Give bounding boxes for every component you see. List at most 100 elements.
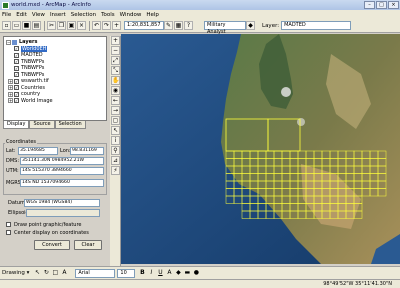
rectangle-icon[interactable]: □: [51, 269, 59, 277]
datum-select[interactable]: WGS 1984 (WGS84): [24, 199, 100, 207]
center-display-checkbox[interactable]: [6, 230, 11, 235]
full-extent-icon[interactable]: ◉: [111, 86, 120, 95]
identify-icon[interactable]: i: [111, 136, 120, 145]
new-document-icon[interactable]: ▫: [2, 21, 11, 30]
toc-item-label: TNBWFPs: [21, 58, 45, 65]
layer-visibility-checkbox[interactable]: ✓: [14, 52, 19, 58]
layer-visibility-checkbox[interactable]: ✓: [14, 72, 19, 78]
measure-icon[interactable]: ⊿: [111, 156, 120, 165]
paste-icon[interactable]: ▣: [67, 21, 76, 30]
fixed-zoom-in-icon[interactable]: ⤢: [111, 56, 120, 65]
next-extent-icon[interactable]: →: [111, 106, 120, 115]
new-text-icon[interactable]: A: [60, 269, 68, 277]
drawing-menu[interactable]: Drawing ▾: [2, 270, 29, 276]
snowcap: [281, 87, 291, 97]
open-folder-icon[interactable]: ▭: [12, 21, 21, 30]
zoom-out-icon[interactable]: −: [111, 46, 120, 55]
tab-selection[interactable]: Selection: [54, 121, 86, 129]
help-icon[interactable]: ?: [184, 21, 193, 30]
undo-icon[interactable]: ↶: [92, 21, 101, 30]
line-color-icon[interactable]: ▬: [183, 269, 191, 277]
italic-button[interactable]: I: [147, 269, 155, 277]
layer-visibility-checkbox[interactable]: ✓: [14, 91, 19, 97]
font-select[interactable]: Arial: [75, 268, 116, 278]
fixed-zoom-out-icon[interactable]: ⤡: [111, 66, 120, 75]
redo-icon[interactable]: ↷: [102, 21, 111, 30]
underline-button[interactable]: U: [156, 269, 164, 277]
expand-icon[interactable]: +: [8, 91, 13, 97]
lat-label: Lat:: [6, 148, 16, 154]
expand-icon[interactable]: +: [8, 78, 13, 84]
layer-visibility-checkbox[interactable]: ✓: [14, 46, 19, 52]
copy-icon[interactable]: ❐: [57, 21, 66, 30]
tab-display[interactable]: Display: [3, 121, 30, 129]
utm-label: UTM:: [6, 168, 19, 174]
window-title: world.mxd - ArcMap - ArcInfo: [11, 2, 91, 8]
standard-toolbar: ▫ ▭ ■ ▤ ✂ ❐ ▣ × ↶ ↷ + 1:20,831,857 ✎ ▦ ?…: [0, 19, 400, 35]
select-pointer-icon[interactable]: ↖: [33, 269, 41, 277]
minimize-button[interactable]: –: [364, 1, 375, 9]
ma-tool-icon[interactable]: ◆: [246, 21, 255, 30]
lon-field[interactable]: 98.831169: [70, 147, 104, 155]
marker-color-icon[interactable]: ●: [192, 269, 200, 277]
toc-item-label: MADTED: [21, 52, 43, 59]
layer-visibility-checkbox[interactable]: ✓: [14, 98, 19, 104]
editor-icon[interactable]: ✎: [164, 21, 173, 30]
military-analyst-menu[interactable]: Military Analyst: [204, 21, 246, 35]
find-icon[interactable]: ⚲: [111, 146, 120, 155]
expand-icon[interactable]: +: [8, 98, 13, 104]
layer-visibility-checkbox[interactable]: ✓: [14, 65, 19, 71]
select-features-icon[interactable]: ▢: [111, 116, 120, 125]
tab-source[interactable]: Source: [29, 121, 55, 129]
arctoolbox-icon[interactable]: ▦: [174, 21, 183, 30]
ellipsoid-field: [26, 209, 100, 217]
menu-file[interactable]: File: [2, 12, 11, 18]
layers-icon: [12, 39, 17, 45]
maximize-button[interactable]: □: [376, 1, 387, 9]
layer-visibility-checkbox[interactable]: ✓: [14, 85, 19, 91]
map-canvas: [121, 34, 400, 264]
menu-tools[interactable]: Tools: [101, 12, 115, 18]
clear-button[interactable]: Clear: [74, 240, 102, 250]
cut-icon[interactable]: ✂: [47, 21, 56, 30]
zoom-in-icon[interactable]: +: [111, 36, 120, 45]
toc-item-world-image[interactable]: + ✓ World Image: [6, 98, 104, 105]
save-icon[interactable]: ■: [22, 21, 31, 30]
menu-edit[interactable]: Edit: [16, 12, 27, 18]
convert-button[interactable]: Convert: [34, 240, 70, 250]
lat-field[interactable]: 35.194685: [18, 147, 58, 155]
menu-selection[interactable]: Selection: [71, 12, 96, 18]
font-size-select[interactable]: 10: [117, 268, 136, 278]
dms-field[interactable]: 351141.30N 0984952.21W: [20, 157, 104, 165]
collapse-icon[interactable]: −: [6, 39, 11, 45]
status-bar: 98°49'52"W 35°11'41.30"N: [0, 279, 400, 288]
delete-icon[interactable]: ×: [77, 21, 86, 30]
print-icon[interactable]: ▤: [32, 21, 41, 30]
pan-icon[interactable]: ✋: [111, 76, 120, 85]
bold-button[interactable]: B: [138, 269, 146, 277]
map-scale-combo[interactable]: 1:20,831,857: [124, 21, 164, 30]
select-elements-icon[interactable]: ↖: [111, 126, 120, 135]
font-color-icon[interactable]: A: [165, 269, 173, 277]
layer-visibility-checkbox[interactable]: ✓: [14, 59, 19, 65]
mgrs-field[interactable]: 14S ND 1537094660: [20, 179, 104, 187]
rotate-icon[interactable]: ↻: [42, 269, 50, 277]
map-view[interactable]: [121, 34, 400, 264]
close-button[interactable]: ×: [388, 1, 399, 9]
add-data-icon[interactable]: +: [112, 21, 121, 30]
toc-item-label: TNBWFPs: [21, 65, 45, 72]
fill-color-icon[interactable]: ◆: [174, 269, 182, 277]
expand-icon[interactable]: +: [8, 85, 13, 91]
menu-bar: File Edit View Insert Selection Tools Wi…: [0, 10, 400, 19]
menu-window[interactable]: Window: [120, 12, 142, 18]
menu-view[interactable]: View: [32, 12, 45, 18]
menu-help[interactable]: Help: [146, 12, 159, 18]
layer-select[interactable]: MADTED: [281, 21, 352, 30]
utm-field[interactable]: 14S 515370 3894660: [20, 167, 104, 175]
layer-visibility-checkbox[interactable]: ✓: [14, 78, 19, 84]
menu-insert[interactable]: Insert: [50, 12, 66, 18]
previous-extent-icon[interactable]: ←: [111, 96, 120, 105]
draw-point-checkbox[interactable]: [6, 222, 11, 227]
hyperlink-icon[interactable]: ⚡: [111, 166, 120, 175]
toc-item-label: TNBWFPs: [21, 71, 45, 78]
